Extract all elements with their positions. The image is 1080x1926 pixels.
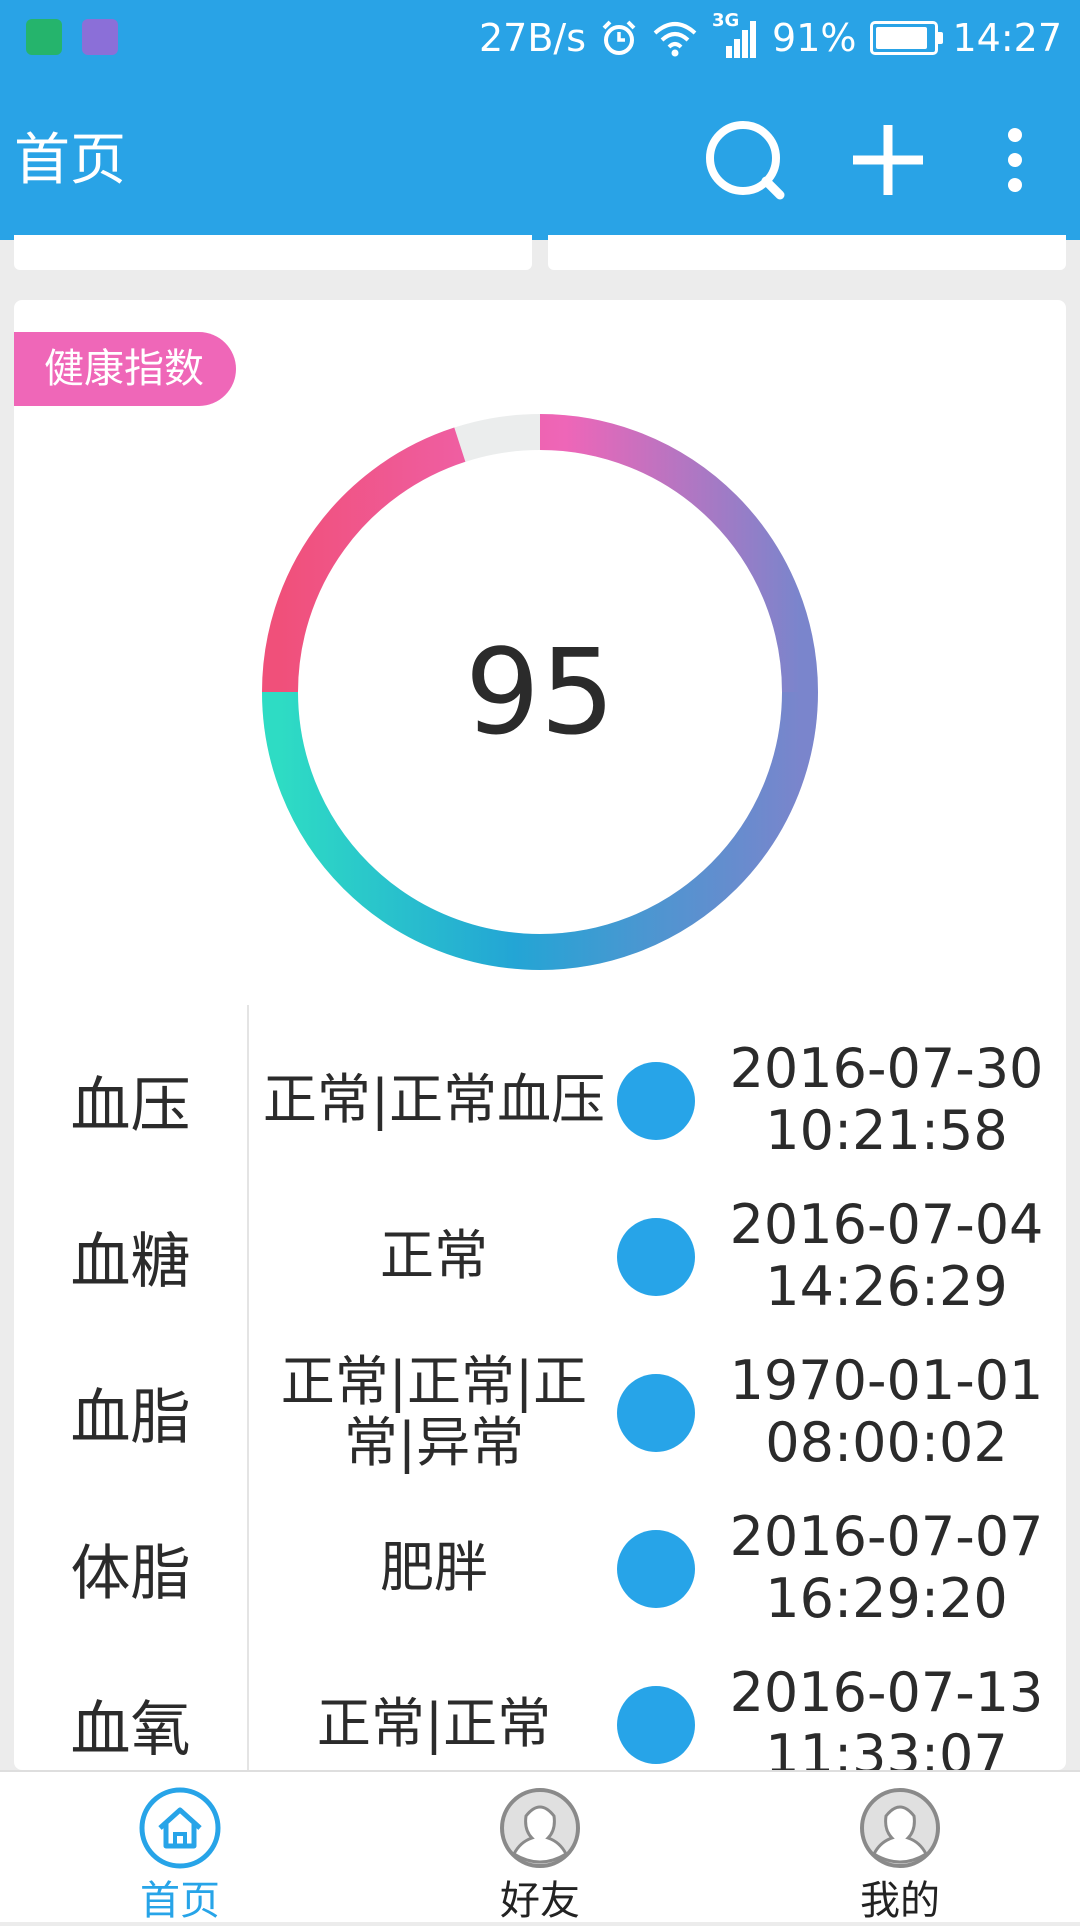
health-row-date: 2016-07-07 [729, 1504, 1044, 1568]
gallery-app-notification-icon [82, 19, 118, 55]
health-row[interactable]: 血脂 正常|正常|正常|异常 1970-01-01 08:00:02 [14, 1334, 1066, 1490]
home-icon [139, 1787, 221, 1869]
status-indicator-dot [617, 1218, 695, 1296]
search-icon[interactable] [700, 115, 790, 205]
health-row-datetime: 2016-07-07 16:29:20 [714, 1490, 1059, 1646]
health-row-category: 血压 [70, 1070, 191, 1141]
network-speed: 27B/s [478, 15, 587, 60]
status-bar: 27B/s 3G 91% 14:27 [0, 0, 1080, 75]
health-index-tag: 健康指数 [14, 332, 236, 406]
health-row-status: 正常 [380, 1224, 488, 1288]
status-indicator-dot [617, 1374, 695, 1452]
wifi-icon [653, 21, 697, 56]
clock: 14:27 [952, 15, 1062, 60]
health-row-date: 2016-07-04 [729, 1192, 1044, 1256]
health-row-datetime: 2016-07-04 14:26:29 [714, 1178, 1059, 1334]
profile-avatar-icon [860, 1788, 940, 1868]
page-title: 首页 [14, 128, 126, 193]
battery-percent: 91% [772, 15, 857, 60]
health-row-category: 血脂 [70, 1382, 191, 1453]
health-row-datetime: 1970-01-01 08:00:02 [714, 1334, 1059, 1490]
tab-friends-label: 好友 [500, 1878, 580, 1924]
tab-profile-label: 我的 [860, 1878, 940, 1924]
tab-friends[interactable]: 好友 [440, 1772, 640, 1924]
health-row[interactable]: 血糖 正常 2016-07-04 14:26:29 [14, 1178, 1066, 1334]
health-row[interactable]: 体脂 肥胖 2016-07-07 16:29:20 [14, 1490, 1066, 1646]
tab-profile[interactable]: 我的 [800, 1772, 1000, 1924]
eye-app-notification-icon [26, 19, 62, 55]
app-bar: 首页 [0, 75, 1080, 240]
health-row-status: 肥胖 [380, 1536, 488, 1600]
cell-signal-icon: 3G [712, 10, 758, 58]
health-score-value: 95 [464, 623, 616, 761]
health-row[interactable]: 血压 正常|正常血压 2016-07-30 10:21:58 [14, 1022, 1066, 1178]
bottom-tab-bar: 首页 好友 我的 [0, 1770, 1080, 1924]
health-row-category: 体脂 [70, 1538, 191, 1609]
friends-avatar-icon [500, 1788, 580, 1868]
health-row-datetime: 2016-07-30 10:21:58 [714, 1022, 1059, 1178]
battery-icon [870, 20, 944, 55]
status-indicator-dot [617, 1062, 695, 1140]
tab-home-label: 首页 [140, 1878, 220, 1924]
alarm-icon [602, 20, 636, 55]
health-row-time: 08:00:02 [765, 1411, 1008, 1474]
health-row-status: 正常|正常|正常|异常 [280, 1349, 588, 1474]
health-row-date: 2016-07-13 [729, 1660, 1044, 1724]
status-indicator-dot [617, 1686, 695, 1764]
health-row-time: 10:21:58 [765, 1099, 1008, 1162]
previous-card-left [14, 235, 532, 270]
more-vert-icon[interactable] [980, 115, 1050, 205]
status-indicator-dot [617, 1530, 695, 1608]
health-row-time: 16:29:20 [765, 1567, 1008, 1630]
tab-home[interactable]: 首页 [80, 1772, 280, 1924]
health-row-status: 正常|正常血压 [262, 1068, 606, 1132]
add-icon[interactable] [843, 115, 933, 205]
health-row-date: 2016-07-30 [729, 1036, 1044, 1100]
previous-card-right [548, 235, 1066, 270]
health-row-category: 血糖 [70, 1226, 191, 1297]
health-row-time: 14:26:29 [765, 1255, 1008, 1318]
health-index-card: 健康指数 95 血压 正常|正常血压 2016-07-30 10:21:58 血糖 正常 2… [14, 300, 1066, 1786]
health-row-date: 1970-01-01 [729, 1348, 1044, 1412]
